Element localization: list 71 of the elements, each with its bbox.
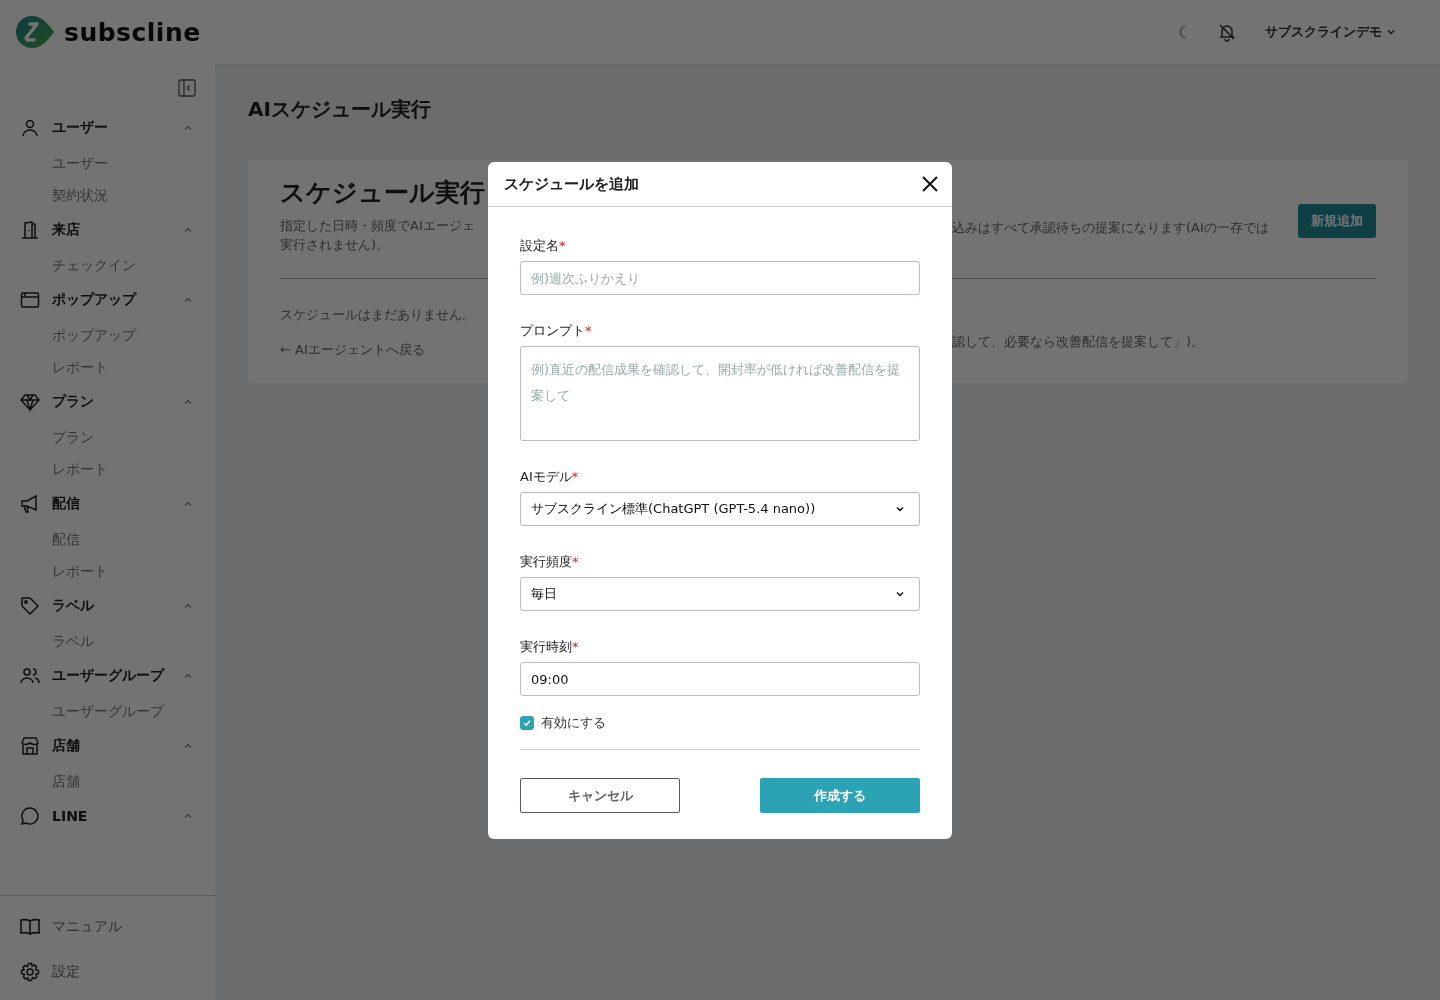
window-icon [20, 290, 40, 310]
account-menu[interactable]: サブスクラインデモ [1265, 23, 1396, 41]
book-icon [20, 916, 40, 937]
description-text: 実行されません)。 [280, 236, 391, 254]
nav-item[interactable]: 店舗 [20, 765, 195, 797]
tag-icon [20, 596, 40, 616]
field-label: 実行頻度* [520, 553, 580, 571]
nav-item[interactable]: レポート [20, 453, 195, 485]
page-title: AIスケジュール実行 [248, 96, 432, 123]
nav-item[interactable]: プラン [20, 421, 195, 453]
nav-group[interactable]: プラン [20, 383, 195, 421]
nav-item[interactable]: ラベル [20, 625, 195, 657]
nav-item[interactable]: 配信 [20, 523, 195, 555]
checkbox[interactable] [520, 716, 534, 730]
select-field[interactable]: サブスクライン標準(ChatGPT (GPT-5.4 nano)) [520, 492, 920, 526]
input-field[interactable]: 09:00 [520, 662, 920, 696]
nav-item[interactable]: 設定 [20, 949, 195, 994]
textarea-field[interactable]: 例)直近の配信成果を確認して、開封率が低ければ改善配信を提案して [520, 346, 920, 441]
chevron-up-icon [183, 499, 193, 509]
checkbox-label: 有効にする [541, 714, 606, 732]
chat-bubble-icon [20, 806, 40, 826]
close-icon[interactable] [922, 176, 938, 192]
nav-group[interactable]: 店舗 [20, 727, 195, 765]
collapse-sidebar-icon[interactable] [178, 79, 196, 97]
nav-item[interactable]: 契約状況 [20, 179, 195, 211]
example-text: 認して、必要なら改善配信を提案して」)。 [952, 334, 1205, 349]
person-icon [20, 118, 40, 138]
field-label: プロンプト* [520, 322, 593, 340]
modal-title: スケジュールを追加 [504, 174, 639, 194]
logo-icon [16, 16, 54, 48]
nav-item[interactable]: レポート [20, 351, 195, 383]
door-icon [20, 220, 40, 240]
nav-item[interactable]: ポップアップ [20, 319, 195, 351]
chevron-up-icon [183, 671, 193, 681]
chevron-up-icon [183, 225, 193, 235]
nav-item[interactable]: レポート [20, 555, 195, 587]
storefront-icon [20, 736, 40, 756]
nav-group[interactable]: LINE [20, 797, 195, 835]
megaphone-icon [20, 494, 40, 514]
moon-icon[interactable] [1177, 25, 1189, 39]
nav-group[interactable]: ポップアップ [20, 281, 195, 319]
field-label: AIモデル* [520, 468, 580, 486]
nav-group[interactable]: ユーザーグループ [20, 657, 195, 695]
chevron-up-icon [183, 123, 193, 133]
field-label: 設定名* [520, 237, 567, 255]
chevron-down-icon [895, 589, 905, 599]
create-button[interactable]: 作成する [760, 778, 920, 813]
nav-group[interactable]: ユーザー [20, 109, 195, 147]
chevron-up-icon [183, 811, 193, 821]
nav-group[interactable]: ラベル [20, 587, 195, 625]
chevron-up-icon [183, 741, 193, 751]
logo-text: subscline [64, 17, 201, 47]
chevron-up-icon [183, 601, 193, 611]
chevron-up-icon [183, 295, 193, 305]
bell-off-icon[interactable] [1217, 22, 1237, 42]
check-icon [522, 718, 532, 728]
nav-group[interactable]: 来店 [20, 211, 195, 249]
diamond-icon [20, 392, 40, 412]
chevron-down-icon [1386, 27, 1396, 37]
input-field[interactable]: 例)週次ふりかえり [520, 261, 920, 295]
people-icon [20, 666, 40, 686]
nav-group[interactable]: 配信 [20, 485, 195, 523]
cancel-button[interactable]: キャンセル [520, 778, 680, 813]
nav-item[interactable]: マニュアル [20, 904, 195, 949]
chevron-up-icon [183, 397, 193, 407]
settings-icon [20, 961, 40, 982]
add-button[interactable]: 新規追加 [1298, 204, 1376, 238]
chevron-down-icon [895, 504, 905, 514]
field-label: 実行時刻* [520, 638, 580, 656]
card-title: スケジュール実行 [280, 177, 486, 209]
select-field[interactable]: 毎日 [520, 577, 920, 611]
